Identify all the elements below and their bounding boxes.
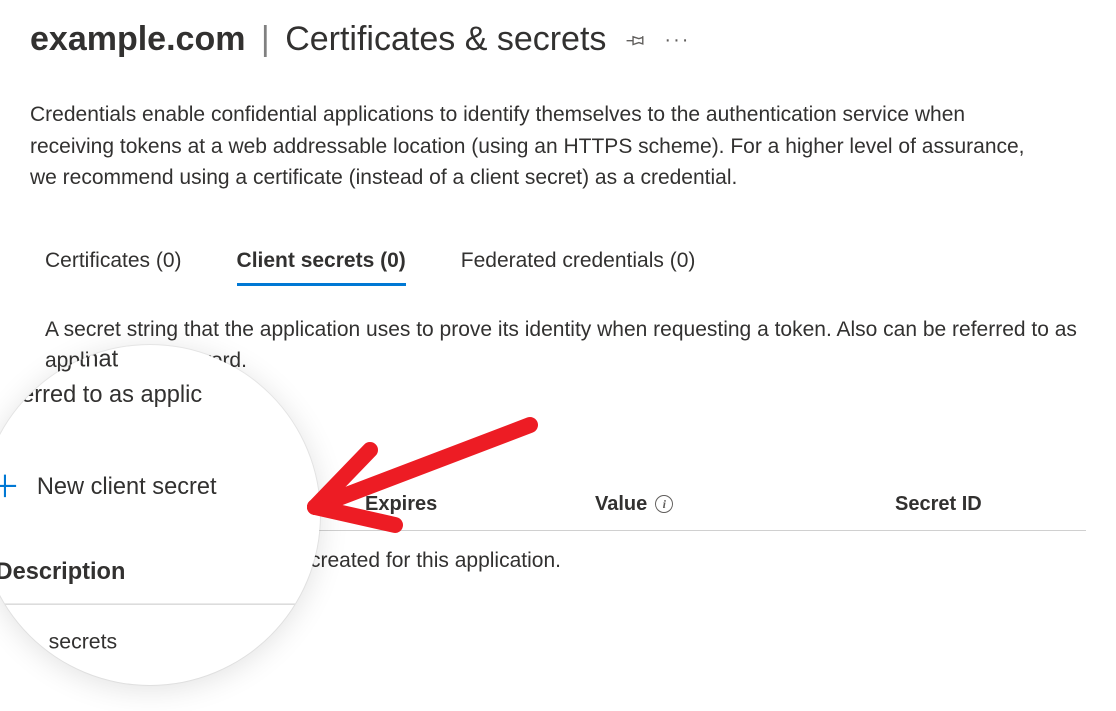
section-name: Certificates & secrets — [285, 20, 606, 58]
pin-icon[interactable] — [624, 29, 646, 51]
lens-new-client-secret[interactable]: ＋ New client secret — [0, 469, 320, 504]
plus-icon: ＋ — [0, 471, 20, 502]
tab-federated-credentials[interactable]: Federated credentials (0) — [461, 249, 696, 286]
lens-empty-fragment: secrets — [49, 626, 320, 658]
tabs: Certificates (0) Client secrets (0) Fede… — [30, 249, 1086, 286]
col-expires: Expires — [365, 493, 595, 516]
title-separator: | — [261, 20, 270, 58]
intro-text: Credentials enable confidential applicat… — [30, 99, 1040, 194]
col-secret-id: Secret ID — [895, 493, 1071, 516]
page-header: example.com | Certificates & secrets ··· — [30, 20, 1086, 59]
lens-text-fragment: t string that — [1, 345, 320, 377]
tab-certificates[interactable]: Certificates (0) — [45, 249, 182, 286]
col-value: Value i — [595, 493, 895, 516]
lens-add-label: New client secret — [37, 469, 217, 504]
info-icon[interactable]: i — [655, 495, 673, 513]
app-name: example.com — [30, 20, 245, 58]
magnifier-lens-overlay: t string that eferred to as applic ＋ New… — [0, 345, 320, 685]
lens-col-description: Description — [0, 554, 320, 605]
more-icon[interactable]: ··· — [664, 30, 690, 50]
page-title: example.com | Certificates & secrets — [30, 20, 606, 59]
tab-client-secrets[interactable]: Client secrets (0) — [237, 249, 406, 286]
lens-text-fragment: eferred to as applic — [1, 377, 320, 412]
